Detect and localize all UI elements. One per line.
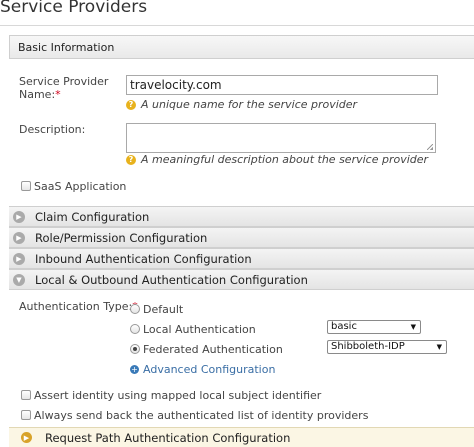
chevron-right-icon: ▶	[21, 432, 32, 443]
authentication-type-label: Authentication Type:*	[19, 300, 138, 313]
chevron-down-icon: ▼	[13, 274, 25, 286]
required-mark: *	[55, 88, 61, 101]
description-textarea[interactable]	[126, 123, 436, 153]
sp-name-label: Service Provider Name:*	[19, 75, 109, 101]
plus-icon: +	[130, 364, 139, 374]
accordion-label: Request Path Authentication Configuratio…	[45, 431, 291, 445]
local-outbound-authentication-configuration-header[interactable]: ▼ Local & Outbound Authentication Config…	[9, 269, 474, 290]
question-icon: ?	[126, 99, 136, 110]
page-title: Service Providers	[0, 0, 148, 17]
sp-name-input[interactable]: travelocity.com	[126, 75, 438, 95]
advanced-configuration-link[interactable]: + Advanced Configuration	[130, 363, 275, 376]
inbound-authentication-configuration-header[interactable]: ▶ Inbound Authentication Configuration	[9, 248, 474, 269]
sp-name-hint: ? A unique name for the service provider	[126, 98, 357, 111]
saas-application-checkbox[interactable]	[21, 181, 31, 191]
radio-local-authentication-label: Local Authentication	[143, 323, 256, 336]
accordion-label: Local & Outbound Authentication Configur…	[35, 273, 308, 287]
local-authenticator-select[interactable]: basic ▼	[327, 320, 421, 334]
chevron-right-icon: ▶	[13, 253, 25, 265]
description-hint: ? A meaningful description about the ser…	[126, 153, 428, 166]
claim-configuration-header[interactable]: ▶ Claim Configuration	[9, 206, 474, 227]
description-label: Description:	[19, 123, 86, 136]
chevron-right-icon: ▶	[13, 232, 25, 244]
resize-grip-icon[interactable]	[427, 144, 433, 150]
basic-information-label: Basic Information	[18, 41, 115, 54]
send-back-idps-checkbox[interactable]	[21, 410, 31, 420]
chevron-down-icon: ▼	[436, 343, 442, 351]
title-divider	[0, 25, 474, 26]
role-permission-configuration-header[interactable]: ▶ Role/Permission Configuration	[9, 227, 474, 248]
chevron-right-icon: ▶	[13, 211, 25, 223]
chevron-down-icon: ▼	[410, 323, 416, 331]
basic-information-header[interactable]: Basic Information	[9, 35, 474, 59]
radio-federated-authentication[interactable]	[130, 344, 140, 354]
request-path-authentication-header[interactable]: ▶ Request Path Authentication Configurat…	[9, 427, 474, 447]
assert-identity-label: Assert identity using mapped local subje…	[34, 389, 322, 402]
federated-idp-select[interactable]: Shibboleth-IDP ▼	[327, 340, 447, 354]
radio-default[interactable]	[130, 304, 140, 314]
send-back-idps-label: Always send back the authenticated list …	[34, 409, 369, 422]
assert-identity-checkbox[interactable]	[21, 390, 31, 400]
accordion-label: Claim Configuration	[35, 210, 150, 224]
radio-default-label: Default	[143, 303, 184, 316]
radio-local-authentication[interactable]	[130, 324, 140, 334]
question-icon: ?	[126, 154, 136, 165]
radio-federated-authentication-label: Federated Authentication	[143, 343, 283, 356]
accordion-label: Role/Permission Configuration	[35, 231, 208, 245]
accordion-label: Inbound Authentication Configuration	[35, 252, 252, 266]
saas-application-label: SaaS Application	[34, 180, 127, 193]
